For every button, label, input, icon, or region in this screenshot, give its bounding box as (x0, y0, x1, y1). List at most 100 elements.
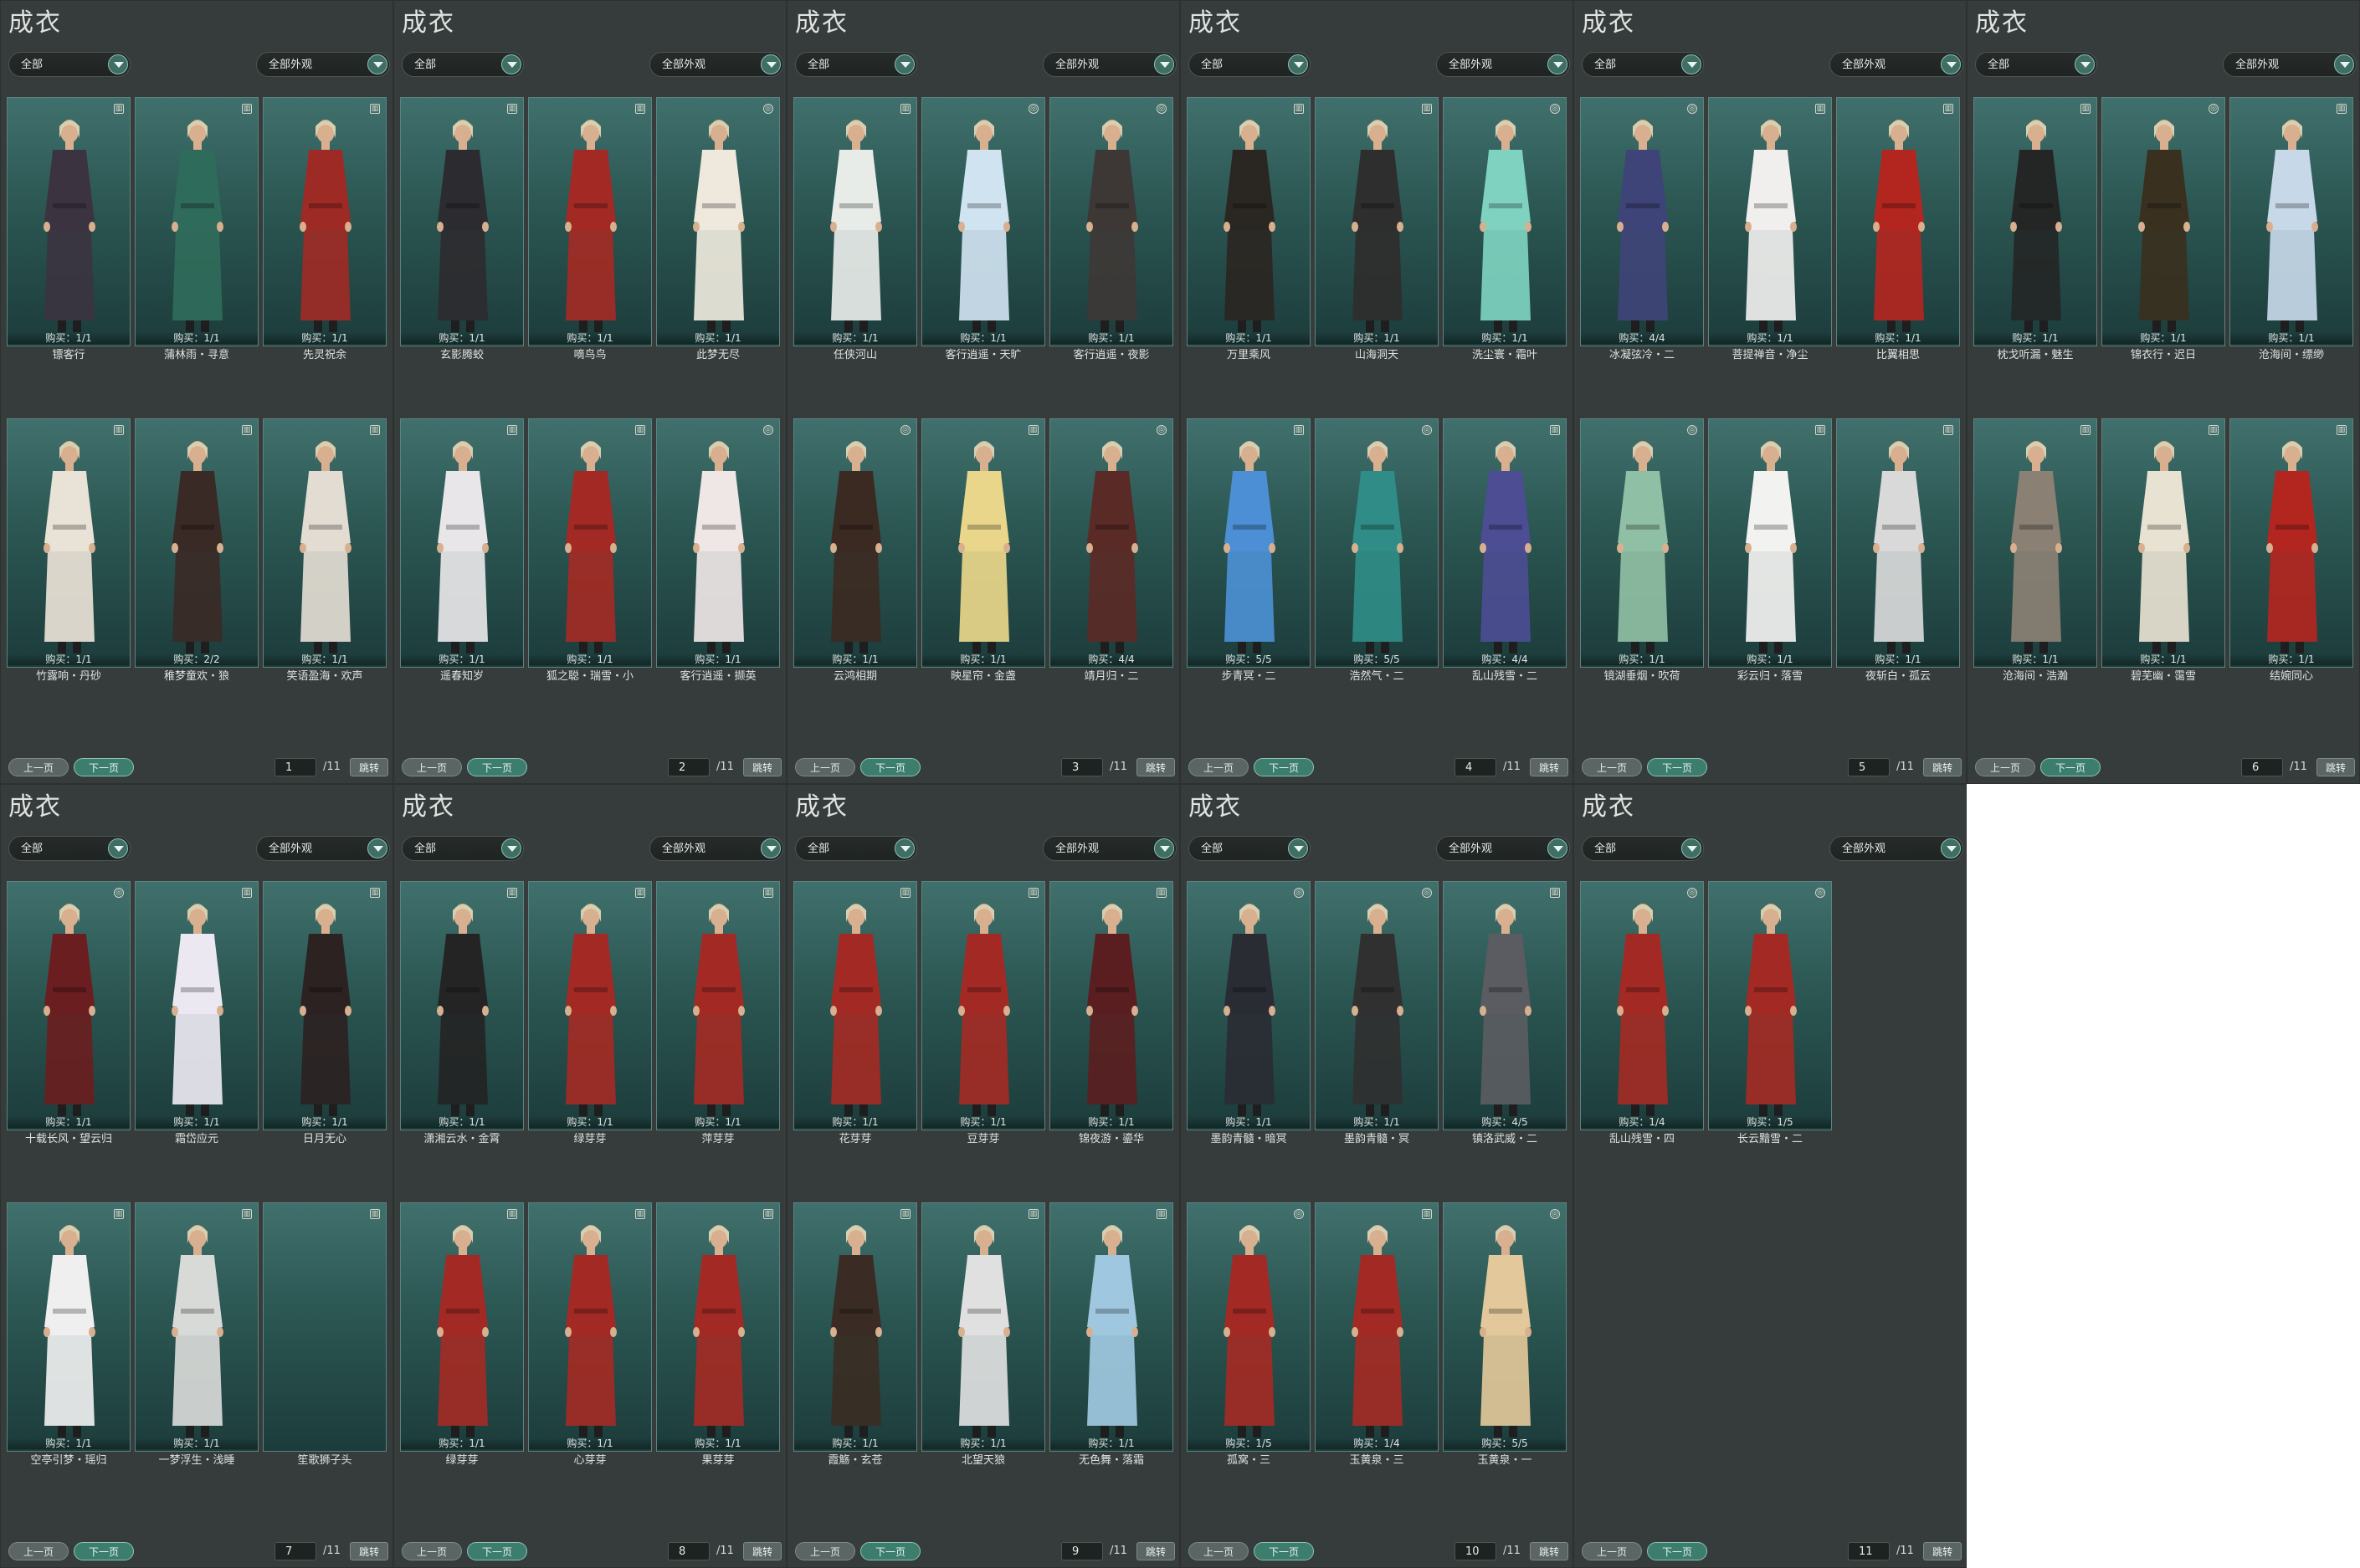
outfit-card[interactable]: ◎ 购买：1/5 (1708, 881, 1832, 1130)
category-dropdown[interactable]: 全部 (402, 836, 524, 861)
outfit-card[interactable]: ▥ 购买：1/1 (528, 1202, 652, 1452)
outfit-card[interactable]: ▥ (263, 1202, 387, 1452)
outfit-card[interactable]: ▥ 购买：1/1 (2229, 418, 2353, 668)
jump-button[interactable]: 跳转 (1136, 758, 1175, 776)
page-number-input[interactable]: 2 (668, 758, 710, 776)
outfit-card[interactable]: ▥ 购买：1/1 (528, 881, 652, 1130)
next-page-button[interactable]: 下一页 (2040, 758, 2101, 776)
outfit-card[interactable]: ▥ 购买：1/1 (1708, 97, 1832, 346)
appearance-dropdown[interactable]: 全部外观 (256, 836, 390, 861)
outfit-card[interactable]: ◎ 购买：1/1 (1443, 97, 1567, 346)
outfit-card[interactable]: ▥ 购买：5/5 (1187, 418, 1311, 668)
outfit-card[interactable]: ◎ 购买：4/4 (1580, 97, 1704, 346)
category-dropdown[interactable]: 全部 (1188, 836, 1311, 861)
outfit-card[interactable]: ▥ 购买：1/1 (1315, 97, 1439, 346)
prev-page-button[interactable]: 上一页 (795, 758, 855, 776)
jump-button[interactable]: 跳转 (350, 758, 388, 776)
appearance-dropdown[interactable]: 全部外观 (1829, 836, 1963, 861)
page-number-input[interactable]: 11 (1848, 1542, 1890, 1560)
prev-page-button[interactable]: 上一页 (1975, 758, 2035, 776)
outfit-card[interactable]: ▥ 购买：1/1 (7, 97, 131, 346)
prev-page-button[interactable]: 上一页 (795, 1542, 855, 1560)
chevron-down-icon[interactable] (108, 54, 128, 74)
chevron-down-icon[interactable] (1288, 838, 1308, 858)
chevron-down-icon[interactable] (2334, 54, 2354, 74)
outfit-card[interactable]: ◎ 购买：1/1 (2101, 97, 2225, 346)
category-dropdown[interactable]: 全部 (795, 836, 917, 861)
jump-button[interactable]: 跳转 (1136, 1542, 1175, 1560)
outfit-card[interactable]: ▥ 购买：1/1 (1049, 881, 1173, 1130)
prev-page-button[interactable]: 上一页 (402, 758, 462, 776)
outfit-card[interactable]: ▥ 购买：1/1 (2229, 97, 2353, 346)
page-number-input[interactable]: 3 (1061, 758, 1103, 776)
outfit-card[interactable]: ▥ 购买：1/1 (1836, 97, 1960, 346)
outfit-card[interactable]: ▥ 购买：1/1 (1973, 97, 2097, 346)
next-page-button[interactable]: 下一页 (1647, 1542, 1707, 1560)
chevron-down-icon[interactable] (1681, 838, 1701, 858)
outfit-card[interactable]: ▥ 购买：1/1 (400, 1202, 524, 1452)
outfit-card[interactable]: ▥ 购买：1/1 (528, 418, 652, 668)
page-number-input[interactable]: 9 (1061, 1542, 1103, 1560)
next-page-button[interactable]: 下一页 (1647, 758, 1707, 776)
next-page-button[interactable]: 下一页 (74, 1542, 134, 1560)
outfit-card[interactable]: ▥ 购买：1/1 (793, 881, 917, 1130)
next-page-button[interactable]: 下一页 (860, 1542, 921, 1560)
jump-button[interactable]: 跳转 (743, 758, 782, 776)
outfit-card[interactable]: ▥ 购买：1/1 (2101, 418, 2225, 668)
appearance-dropdown[interactable]: 全部外观 (649, 52, 783, 77)
chevron-down-icon[interactable] (501, 54, 521, 74)
page-number-input[interactable]: 7 (274, 1542, 316, 1560)
outfit-card[interactable]: ▥ 购买：1/1 (1836, 418, 1960, 668)
outfit-card[interactable]: ▥ 购买：1/1 (263, 418, 387, 668)
next-page-button[interactable]: 下一页 (467, 758, 527, 776)
outfit-card[interactable]: ▥ 购买：4/5 (1443, 881, 1567, 1130)
category-dropdown[interactable]: 全部 (795, 52, 917, 77)
outfit-card[interactable]: ◎ 购买：1/1 (1187, 881, 1311, 1130)
outfit-card[interactable]: ▥ 购买：1/1 (921, 418, 1045, 668)
outfit-card[interactable]: ▥ 购买：1/1 (7, 1202, 131, 1452)
chevron-down-icon[interactable] (367, 838, 387, 858)
outfit-card[interactable]: ▥ 购买：1/1 (400, 97, 524, 346)
page-number-input[interactable]: 8 (668, 1542, 710, 1560)
outfit-card[interactable]: ▥ 购买：1/1 (656, 1202, 780, 1452)
prev-page-button[interactable]: 上一页 (1188, 758, 1249, 776)
outfit-card[interactable]: ◎ 购买：1/1 (1580, 418, 1704, 668)
appearance-dropdown[interactable]: 全部外观 (1436, 52, 1570, 77)
chevron-down-icon[interactable] (1547, 54, 1567, 74)
jump-button[interactable]: 跳转 (1530, 1542, 1568, 1560)
outfit-card[interactable]: ◎ 购买：4/4 (1049, 418, 1173, 668)
chevron-down-icon[interactable] (761, 838, 781, 858)
outfit-card[interactable]: ◎ 购买：1/1 (1049, 97, 1173, 346)
outfit-card[interactable]: ▥ 购买：1/1 (528, 97, 652, 346)
next-page-button[interactable]: 下一页 (467, 1542, 527, 1560)
outfit-card[interactable]: ▥ 购买：1/1 (1049, 1202, 1173, 1452)
appearance-dropdown[interactable]: 全部外观 (1829, 52, 1963, 77)
page-number-input[interactable]: 1 (274, 758, 316, 776)
outfit-card[interactable]: ▥ 购买：1/1 (1973, 418, 2097, 668)
appearance-dropdown[interactable]: 全部外观 (649, 836, 783, 861)
page-number-input[interactable]: 5 (1848, 758, 1890, 776)
page-number-input[interactable]: 6 (2241, 758, 2283, 776)
outfit-card[interactable]: ◎ 购买：1/4 (1580, 881, 1704, 1130)
jump-button[interactable]: 跳转 (350, 1542, 388, 1560)
category-dropdown[interactable]: 全部 (1188, 52, 1311, 77)
chevron-down-icon[interactable] (761, 54, 781, 74)
category-dropdown[interactable]: 全部 (1975, 52, 2097, 77)
prev-page-button[interactable]: 上一页 (402, 1542, 462, 1560)
outfit-card[interactable]: ▥ 购买：1/1 (656, 881, 780, 1130)
page-number-input[interactable]: 10 (1454, 1542, 1496, 1560)
chevron-down-icon[interactable] (1681, 54, 1701, 74)
outfit-card[interactable]: ◎ 购买：1/1 (656, 418, 780, 668)
outfit-card[interactable]: ▥ 购买：1/1 (135, 1202, 259, 1452)
chevron-down-icon[interactable] (1941, 54, 1961, 74)
outfit-card[interactable]: ▥ 购买：1/1 (400, 881, 524, 1130)
outfit-card[interactable]: ◎ 购买：1/1 (793, 418, 917, 668)
outfit-card[interactable]: ◎ 购买：1/1 (656, 97, 780, 346)
next-page-button[interactable]: 下一页 (860, 758, 921, 776)
appearance-dropdown[interactable]: 全部外观 (1043, 52, 1177, 77)
outfit-card[interactable]: ▥ 购买：4/4 (1443, 418, 1567, 668)
chevron-down-icon[interactable] (895, 54, 915, 74)
prev-page-button[interactable]: 上一页 (1582, 758, 1642, 776)
category-dropdown[interactable]: 全部 (402, 52, 524, 77)
outfit-card[interactable]: ▥ 购买：1/1 (921, 1202, 1045, 1452)
